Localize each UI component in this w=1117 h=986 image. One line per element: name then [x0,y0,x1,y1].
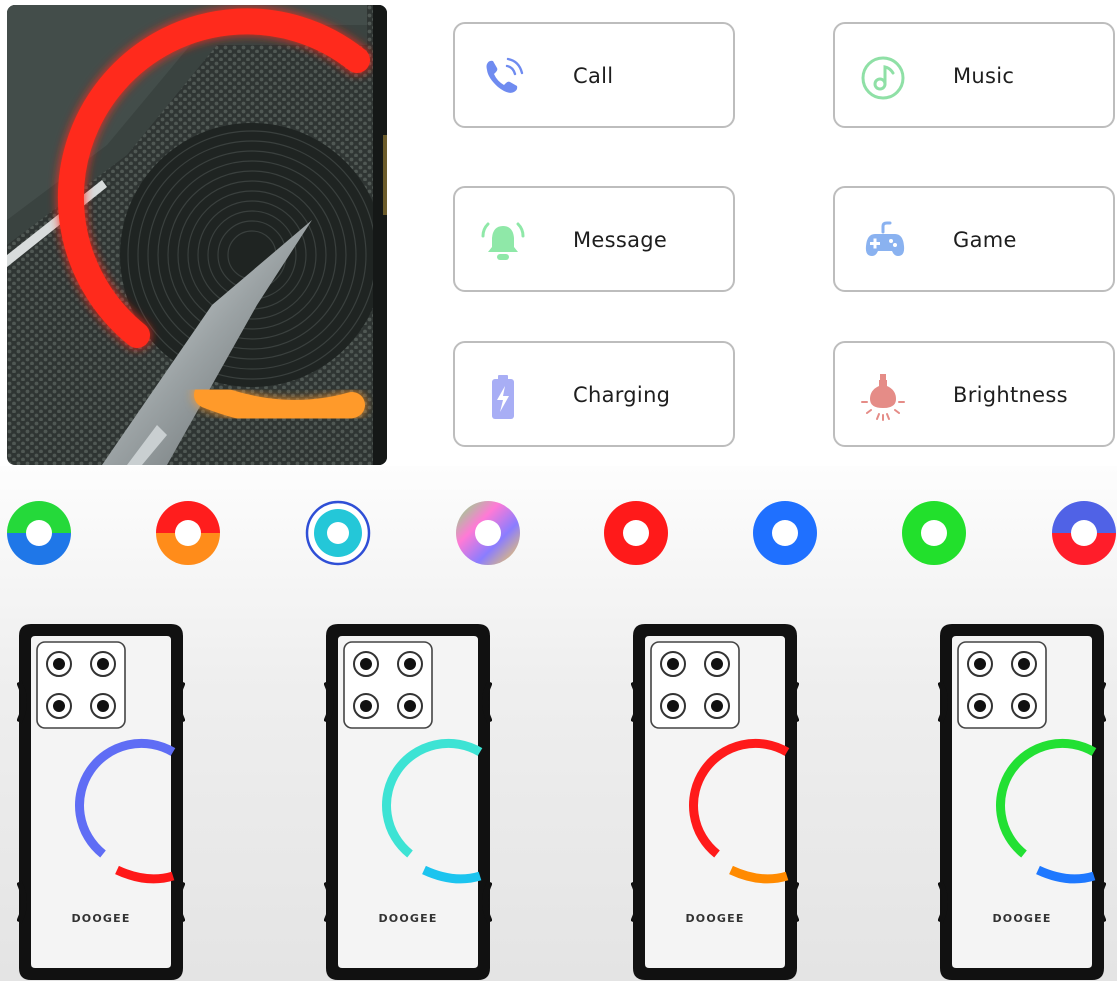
ring-swatch-green-blue [7,501,71,565]
ring-swatch-blue-red [1052,501,1116,565]
ring-swatch-green [902,501,966,565]
brand-logo: DOOGEE [71,912,131,925]
hero-led-phone-image [7,5,387,465]
bulb-icon [861,374,905,421]
music-icon [861,56,905,100]
bell-icon [481,222,525,260]
battery-icon [492,375,514,419]
ring-swatch-rainbow [456,501,520,565]
phone-icon [486,57,524,93]
phone-back [630,624,800,980]
ring-swatch-red-orange [156,501,220,565]
feature-label-brightness: Brightness [953,383,1068,407]
phone-back [323,624,493,980]
feature-label-game: Game [953,228,1017,252]
feature-card-call: Call [453,22,735,128]
feature-label-call: Call [573,64,614,88]
ring-swatch-cyan-selected [305,500,371,566]
gamepad-icon [865,221,905,256]
feature-label-message: Message [573,228,668,252]
feature-label-music: Music [953,64,1015,88]
phone-red-orange: DOOGEE [630,622,800,982]
brand-logo: DOOGEE [992,912,1052,925]
feature-card-music: Music [833,22,1115,128]
ring-swatch-red [604,501,668,565]
phone-back [16,624,186,980]
brand-logo: DOOGEE [685,912,745,925]
feature-card-brightness: Brightness [833,341,1115,447]
feature-card-message: Message [453,186,735,292]
brand-logo: DOOGEE [378,912,438,925]
feature-label-charging: Charging [573,383,671,407]
color-showcase: DOOGEE DOOGEE DOOGEE DOOGEE [0,466,1117,981]
phone-green-blue: DOOGEE [937,622,1107,982]
phone-blue-red: DOOGEE [16,622,186,982]
feature-card-game: Game [833,186,1115,292]
feature-card-charging: Charging [453,341,735,447]
phone-back [937,624,1107,980]
ring-swatch-blue [753,501,817,565]
phone-cyan: DOOGEE [323,622,493,982]
